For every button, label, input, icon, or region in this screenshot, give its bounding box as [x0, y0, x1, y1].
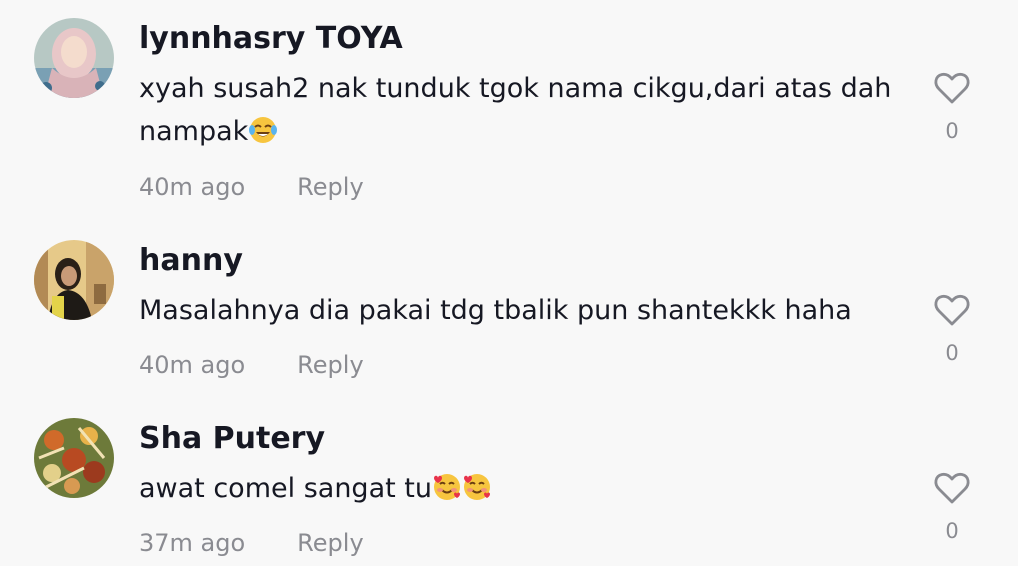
comment-timestamp: 40m ago: [139, 351, 246, 379]
like-button[interactable]: 0: [928, 468, 976, 544]
avatar[interactable]: [34, 240, 114, 320]
comment-list: lynnhasry TOYA xyah susah2 nak tunduk tg…: [0, 0, 1018, 566]
avatar-image: [34, 18, 114, 98]
like-button[interactable]: 0: [928, 68, 976, 144]
smiling-face-with-hearts-icon: [433, 474, 460, 500]
comment-username[interactable]: Sha Putery: [139, 419, 325, 459]
comment-text-content: awat comel sangat tu: [139, 473, 432, 504]
avatar[interactable]: [34, 18, 114, 98]
heart-outline-icon: [934, 294, 970, 326]
reply-button[interactable]: Reply: [297, 529, 363, 557]
heart-outline-icon: [934, 72, 970, 104]
like-button[interactable]: 0: [928, 290, 976, 366]
like-count: 0: [945, 519, 959, 543]
like-count: 0: [945, 341, 959, 365]
comment-text: awat comel sangat tu: [139, 467, 899, 510]
comment-username[interactable]: hanny: [139, 241, 243, 281]
comment-timestamp: 37m ago: [139, 529, 246, 557]
comment-text: Masalahnya dia pakai tdg tbalik pun shan…: [139, 289, 899, 332]
reply-button[interactable]: Reply: [297, 351, 363, 379]
reply-button[interactable]: Reply: [297, 173, 363, 201]
comment-meta: 40m ago Reply: [139, 172, 364, 202]
like-count: 0: [945, 119, 959, 143]
comment-timestamp: 40m ago: [139, 173, 246, 201]
face-with-tears-of-joy-icon: [249, 117, 278, 143]
comment-meta: 37m ago Reply: [139, 528, 364, 558]
smiling-face-with-hearts-icon: [463, 474, 490, 500]
avatar-image: [34, 240, 114, 320]
comment-text-content: Masalahnya dia pakai tdg tbalik pun shan…: [139, 295, 852, 326]
comment-text: xyah susah2 nak tunduk tgok nama cikgu,d…: [139, 67, 899, 153]
comment-meta: 40m ago Reply: [139, 350, 364, 380]
avatar[interactable]: [34, 418, 114, 498]
heart-outline-icon: [934, 472, 970, 504]
avatar-image: [34, 418, 114, 498]
comment-username[interactable]: lynnhasry TOYA: [139, 19, 403, 59]
